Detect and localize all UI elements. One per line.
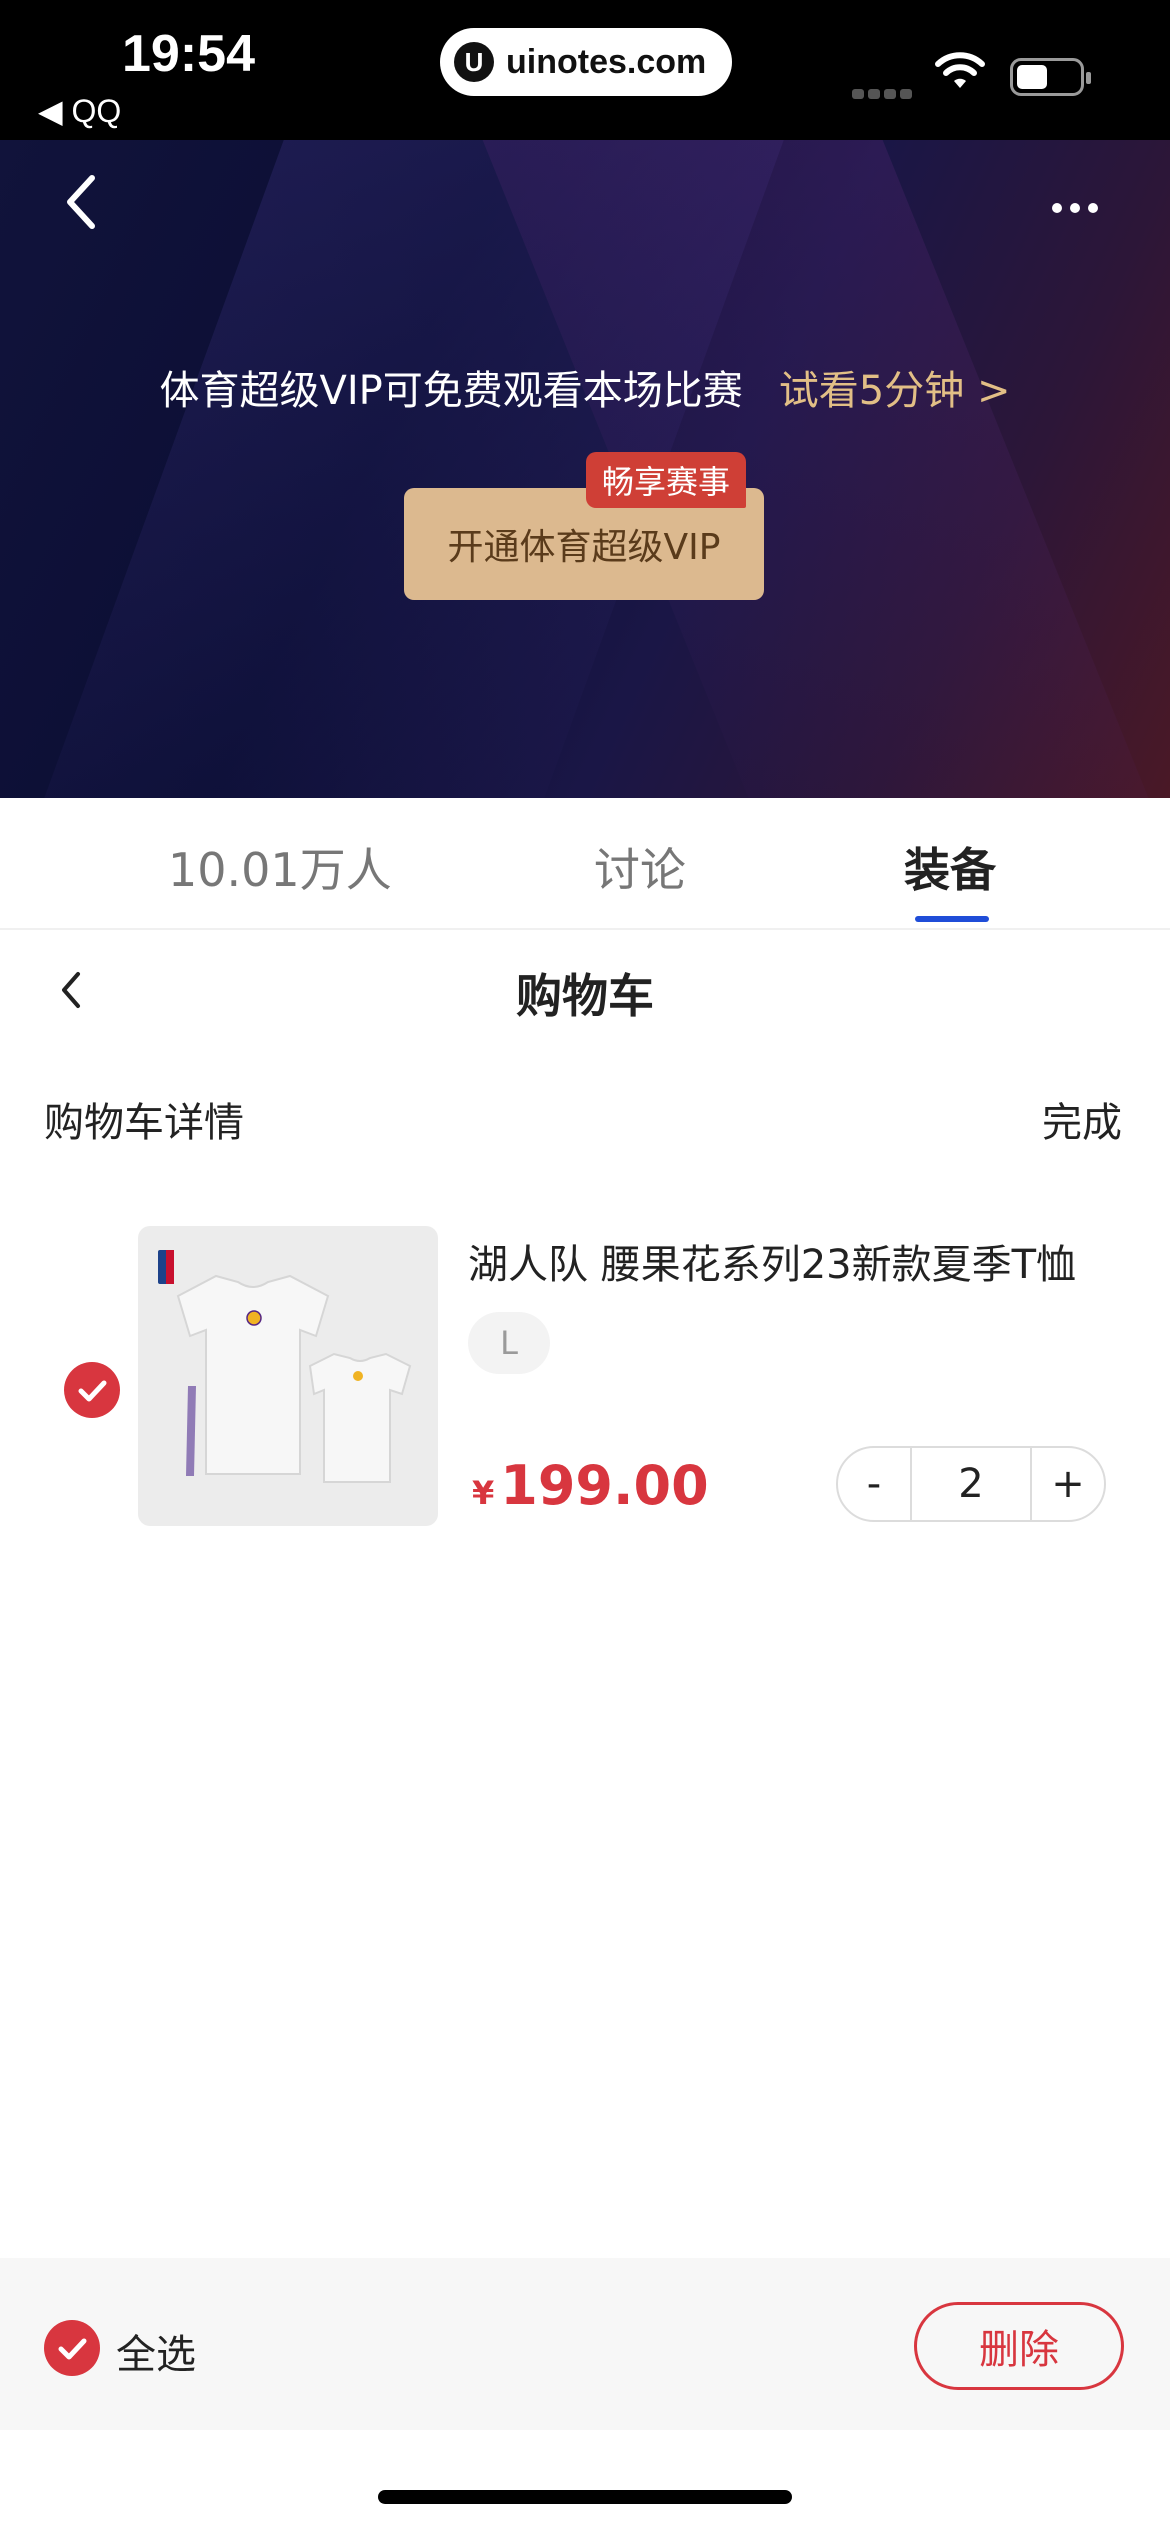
cart-title: 购物车: [516, 969, 654, 1023]
quantity-stepper: - 2 +: [836, 1446, 1106, 1522]
tshirt-image: [158, 1250, 412, 1483]
cart-detail-label: 购物车详情: [44, 1100, 244, 1146]
back-icon[interactable]: [62, 172, 102, 232]
vip-message: 体育超级VIP可免费观看本场比赛: [159, 368, 743, 414]
product-title[interactable]: 湖人队 腰果花系列23新款夏季T恤: [468, 1232, 1088, 1290]
decrease-quantity-button[interactable]: -: [838, 1448, 910, 1520]
home-indicator: [378, 2490, 792, 2504]
more-icon[interactable]: [1052, 198, 1106, 217]
trial-link[interactable]: 试看5分钟 >: [779, 368, 1011, 414]
done-button[interactable]: 完成: [1042, 1090, 1122, 1148]
increase-quantity-button[interactable]: +: [1032, 1448, 1104, 1520]
tab-equipment[interactable]: 装备: [904, 834, 996, 900]
size-spec[interactable]: L: [468, 1312, 550, 1374]
battery-icon: [1010, 58, 1091, 96]
status-bar: 19:54 ◀ QQ U uinotes.com: [0, 0, 1170, 140]
check-icon: [58, 2338, 87, 2360]
tab-viewers[interactable]: 10.01万人: [168, 834, 392, 900]
signal-icon: [852, 84, 916, 99]
url-pill[interactable]: U uinotes.com: [440, 28, 732, 96]
product-price: ¥199.00: [472, 1454, 709, 1517]
tab-active-indicator: [915, 916, 989, 922]
select-all-label[interactable]: 全选: [116, 2322, 196, 2380]
tab-discussion[interactable]: 讨论: [594, 834, 686, 900]
currency-symbol: ¥: [472, 1474, 495, 1512]
delete-button[interactable]: 删除: [914, 2302, 1124, 2390]
video-player-area[interactable]: [0, 140, 1170, 798]
vip-badge: 畅享赛事: [586, 452, 747, 508]
select-all-checkbox[interactable]: [44, 2320, 100, 2376]
check-icon: [78, 1380, 107, 1402]
wifi-icon: [935, 52, 985, 88]
product-image[interactable]: [138, 1226, 438, 1526]
uinotes-logo-icon: U: [454, 42, 494, 82]
quantity-input[interactable]: 2: [910, 1448, 1032, 1520]
price-value: 199.00: [500, 1454, 709, 1517]
vip-promo-line: 体育超级VIP可免费观看本场比赛 试看5分钟 >: [0, 358, 1170, 416]
status-time: 19:54: [122, 25, 255, 83]
tab-bar: 10.01万人 讨论 装备: [0, 798, 1170, 930]
item-checkbox[interactable]: [64, 1362, 120, 1418]
url-text: uinotes.com: [506, 42, 707, 81]
back-to-app-link[interactable]: ◀ QQ: [38, 92, 121, 130]
